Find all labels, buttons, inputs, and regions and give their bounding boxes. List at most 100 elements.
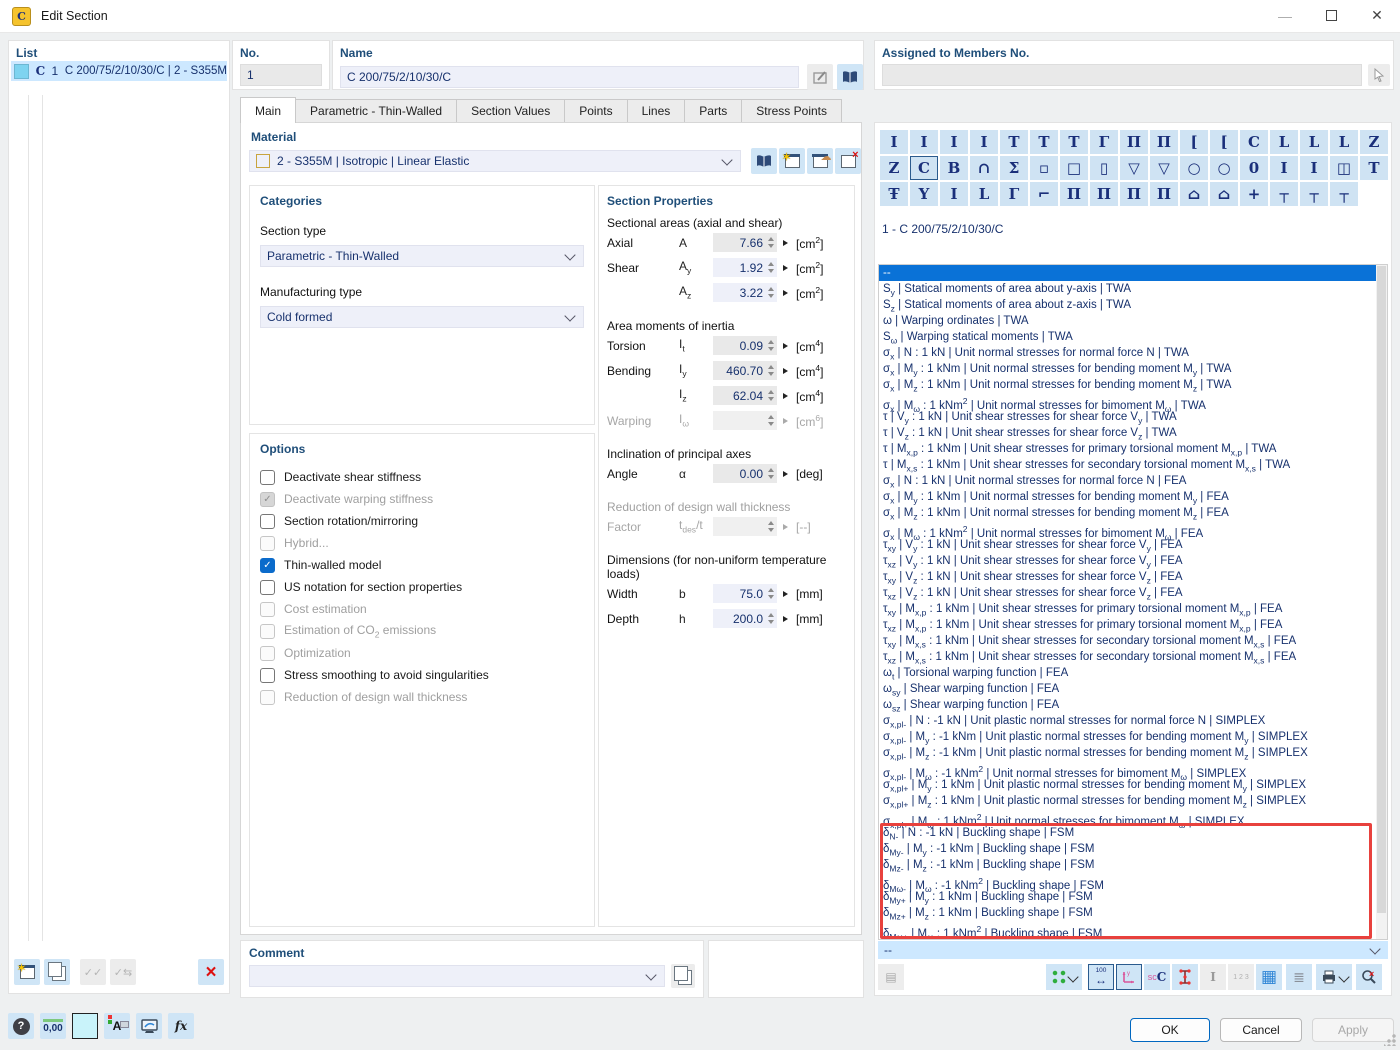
tab-section-values[interactable]: Section Values [456,99,565,123]
section-shape-icon[interactable]: I [910,130,938,154]
result-list-item[interactable]: ωsz | Shear warping function | FEA [879,697,1387,713]
tab-lines[interactable]: Lines [627,99,686,123]
checkbox[interactable]: ✓ [260,558,275,573]
section-type-combobox[interactable]: Parametric - Thin-Walled [260,245,584,267]
spinner-arrows[interactable] [768,588,774,599]
result-list-item[interactable]: σx,pl+ | My : 1 kNm | Unit plastic norma… [879,777,1387,793]
result-list-item[interactable]: σx,pl- | Mω : -1 kNm2 | Unit normal stre… [879,761,1387,777]
section-shape-icon[interactable]: L [1270,130,1298,154]
section-shape-icon[interactable]: I [940,182,968,206]
section-shape-icon[interactable]: ┬ [1270,182,1298,206]
show-shear-center-button[interactable]: scC [1144,964,1170,990]
tab-main[interactable]: Main [240,97,296,123]
show-axes-button[interactable]: y [1116,964,1142,990]
checkbox[interactable] [260,470,275,485]
result-list-item[interactable]: δMz+ | Mz : 1 kNm | Buckling shape | FSM [879,905,1387,921]
result-list-item[interactable]: ωt | Torsional warping function | FEA [879,665,1387,681]
section-shape-icon[interactable]: Ŧ [880,182,908,206]
result-list-item[interactable]: τ | Vy : 1 kN | Unit shear stresses for … [879,409,1387,425]
result-list-item[interactable]: σx | Mω : 1 kNm2 | Unit normal stresses … [879,393,1387,409]
scrollbar-thumb[interactable] [1377,266,1386,913]
result-list-item[interactable]: τxy | Vy : 1 kN | Unit shear stresses fo… [879,537,1387,553]
detail-arrow-icon[interactable] [783,591,788,597]
ok-button[interactable]: OK [1130,1018,1210,1042]
result-list-item[interactable]: τ | Mx,p : 1 kNm | Unit shear stresses f… [879,441,1387,457]
section-shape-icon[interactable]: Π [1090,182,1118,206]
result-list-item[interactable]: σx | N : 1 kN | Unit normal stresses for… [879,345,1387,361]
result-list-item[interactable]: δMz- | Mz : -1 kNm | Buckling shape | FS… [879,857,1387,873]
section-shape-icon[interactable]: ○ [1210,156,1238,180]
result-list-item[interactable]: τxz | Vz : 1 kN | Unit shear stresses fo… [879,585,1387,601]
section-shape-icon[interactable]: ⌂ [1210,182,1238,206]
result-list-item[interactable]: σx | Mz : 1 kNm | Unit normal stresses f… [879,505,1387,521]
section-shape-icon[interactable]: ▯ [1090,156,1118,180]
spinner-arrows[interactable] [768,287,774,298]
detail-arrow-icon[interactable] [783,240,788,246]
monitor-display-icon[interactable] [136,1013,162,1039]
section-shape-icon[interactable]: ┬ [1330,182,1358,206]
details-list-icon[interactable]: ≣ [1286,964,1312,990]
result-list-item[interactable]: τxz | Mx,s : 1 kNm | Unit shear stresses… [879,649,1387,665]
result-list-item[interactable]: σx,pl- | N : -1 kN | Unit plastic normal… [879,713,1387,729]
section-shape-icon[interactable]: I [1270,156,1298,180]
section-shape-icon[interactable]: ▽ [1150,156,1178,180]
material-library-icon[interactable] [751,148,777,174]
spinner-arrows[interactable] [768,613,774,624]
close-button[interactable]: ✕ [1354,0,1400,31]
resize-grip[interactable] [1384,1034,1396,1046]
comment-combobox[interactable] [249,965,665,987]
section-shape-icon[interactable]: B [940,156,968,180]
result-list-item[interactable]: σx | N : 1 kN | Unit normal stresses for… [879,473,1387,489]
section-shape-icon[interactable]: Π [1120,130,1148,154]
detail-arrow-icon[interactable] [783,368,788,374]
material-edit-icon[interactable]: ☁ [807,148,833,174]
detail-arrow-icon[interactable] [783,393,788,399]
section-shape-icon[interactable]: Π [1120,182,1148,206]
section-shape-icon[interactable]: Π [1060,182,1088,206]
result-list-item[interactable]: δMω- | Mω : -1 kNm2 | Buckling shape | F… [879,873,1387,889]
name-input[interactable]: C 200/75/2/10/30/C [340,66,799,88]
section-shape-icon[interactable]: Γ [1090,130,1118,154]
section-shape-icon[interactable]: Z [880,156,908,180]
result-list-item[interactable]: -- [879,265,1387,281]
show-grid-button[interactable]: ▦ [1256,964,1282,990]
section-shape-icon[interactable]: ▽ [1120,156,1148,180]
result-list-item[interactable]: σx,pl+ | Mz : 1 kNm | Unit plastic norma… [879,793,1387,809]
result-list-item[interactable]: σx | My : 1 kNm | Unit normal stresses f… [879,489,1387,505]
property-value-field[interactable]: 1.92 [713,258,777,277]
comment-copy-icon[interactable] [671,964,695,988]
section-shape-icon[interactable]: I [880,130,908,154]
manufacturing-type-combobox[interactable]: Cold formed [260,306,584,328]
maximize-button[interactable] [1308,0,1354,31]
section-shape-icon[interactable]: Y [910,182,938,206]
tab-parametric-thin-walled[interactable]: Parametric - Thin-Walled [295,99,457,123]
material-combobox[interactable]: 2 - S355M | Isotropic | Linear Elastic [249,150,741,172]
material-delete-icon[interactable]: × [835,148,861,174]
show-dimensions-button[interactable]: 100↔ [1088,964,1114,990]
result-list-item[interactable]: τ | Vz : 1 kN | Unit shear stresses for … [879,425,1387,441]
spinner-arrows[interactable] [768,262,774,273]
copy-section-button[interactable] [44,959,70,985]
section-shape-icon[interactable]: 0 [1240,156,1268,180]
property-value-field[interactable]: 200.0 [713,609,777,628]
help-icon[interactable]: ? [8,1013,34,1039]
delete-section-button[interactable]: × [198,959,224,985]
section-shape-icon[interactable]: T [1360,156,1388,180]
section-shape-icon[interactable]: T [1030,130,1058,154]
section-shape-icon[interactable]: ⌂ [1180,182,1208,206]
section-shape-icon[interactable]: C [1240,130,1268,154]
detail-arrow-icon[interactable] [783,343,788,349]
list-scrollbar[interactable] [1376,265,1387,939]
result-list-item[interactable]: τxy | Mx,s : 1 kNm | Unit shear stresses… [879,633,1387,649]
section-shape-icon[interactable]: Σ [1000,156,1028,180]
section-shape-icon[interactable]: ∩ [970,156,998,180]
display-properties-button[interactable]: A [104,1013,130,1039]
result-list-item[interactable]: Sω | Warping statical moments | TWA [879,329,1387,345]
section-shape-icon[interactable]: Z [1360,130,1388,154]
result-list-item[interactable]: σx | My : 1 kNm | Unit normal stresses f… [879,361,1387,377]
section-shape-icon[interactable]: I [1300,156,1328,180]
checkbox[interactable] [260,514,275,529]
name-library-icon[interactable] [837,64,863,90]
section-shape-icon[interactable]: + [1240,182,1268,206]
section-shape-icon[interactable]: Π [1150,130,1178,154]
